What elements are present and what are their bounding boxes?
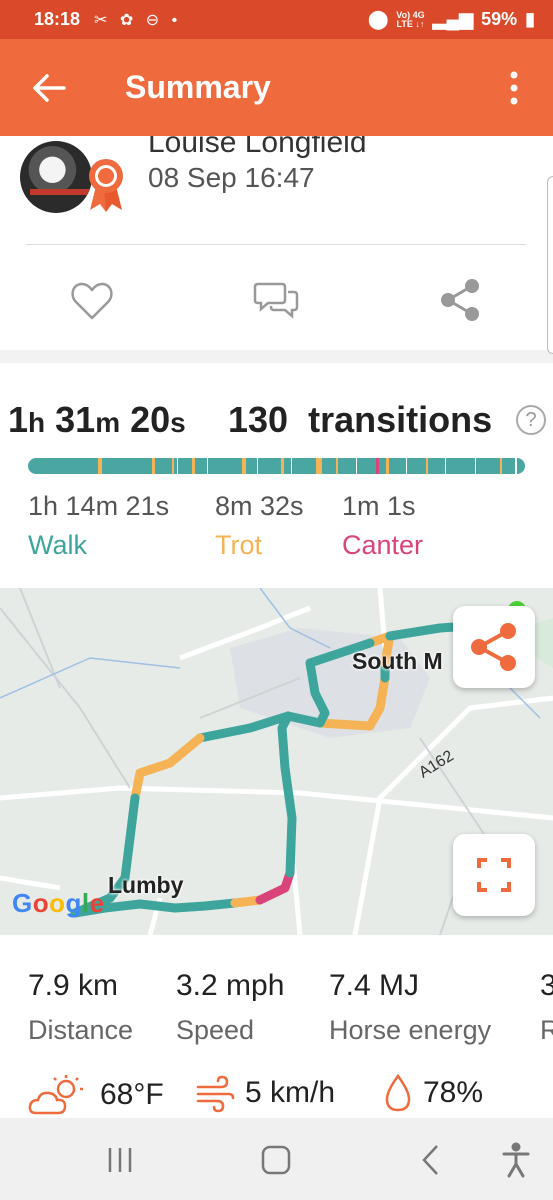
location-icon: ⬤ xyxy=(368,9,389,29)
accessibility-icon[interactable] xyxy=(496,1140,536,1180)
status-right: ⬤ Vo) 4G LTE ↓↑ ▂▄▆ 59% ▮ xyxy=(368,9,535,30)
google-attribution: Google xyxy=(12,888,105,918)
home-icon[interactable] xyxy=(256,1140,296,1180)
weather-temperature: 68°F xyxy=(28,1073,164,1117)
gait-bar-segment xyxy=(256,458,258,474)
more-vert-icon[interactable] xyxy=(503,69,525,109)
rosette-icon xyxy=(89,159,123,212)
gait-bar-segment xyxy=(152,458,156,474)
status-time: 18:18 xyxy=(34,9,81,29)
ride-duration: 1h 31m 20s xyxy=(8,399,186,440)
gait-bar-segment xyxy=(385,458,389,474)
fullscreen-icon xyxy=(477,858,511,892)
route-segment xyxy=(375,673,390,713)
weather-cloud-sun-icon xyxy=(28,1075,83,1115)
ride-date: 08 Sep 16:47 xyxy=(148,162,315,193)
back-nav-icon[interactable] xyxy=(412,1140,452,1180)
gait-bar-segment xyxy=(356,458,358,474)
ride-header-card: Louise Longfield 08 Sep 16:47 xyxy=(0,136,553,350)
map-label-town: South M xyxy=(352,648,443,674)
help-icon[interactable]: ? xyxy=(516,405,546,435)
metric-speed: 3.2 mph Speed xyxy=(176,969,285,1045)
gait-bar-segment xyxy=(192,458,195,474)
gait-bar-segment xyxy=(206,458,208,474)
side-drawer-handle[interactable] xyxy=(547,176,553,354)
share-icon[interactable] xyxy=(436,276,484,324)
gait-bar-segment xyxy=(97,458,102,474)
battery-icon: ▮ xyxy=(525,9,535,29)
wind-icon xyxy=(196,1075,235,1113)
gait-walk: 1h 14m 21s Walk xyxy=(28,491,170,560)
status-bar: 18:18 ✂ ✿ ⊖ • ⬤ Vo) 4G LTE ↓↑ ▂▄▆ 59% ▮ xyxy=(0,0,553,39)
gait-bar-segment xyxy=(500,458,503,474)
gait-canter: 1m 1s Canter xyxy=(342,491,424,560)
gait-bar-segment xyxy=(405,458,407,474)
divider xyxy=(26,244,526,245)
map-share-icon xyxy=(471,623,516,671)
app-bar: Summary xyxy=(0,39,553,136)
network-indicator: Vo) 4G LTE ↓↑ xyxy=(396,9,425,29)
gait-bar-segment xyxy=(445,458,447,474)
route-map[interactable]: South M Lumby A162 Google xyxy=(0,588,553,935)
weather-wind: 5 km/h xyxy=(195,1073,335,1113)
gait-timeline-bar xyxy=(28,458,525,474)
weather-humidity: 78% xyxy=(383,1073,483,1113)
fullscreen-button[interactable] xyxy=(453,834,535,916)
avatar[interactable] xyxy=(20,141,92,213)
gait-bar-segment xyxy=(425,458,428,474)
notification-icons: ✂ ✿ ⊖ • xyxy=(94,11,182,29)
gait-bar-segment xyxy=(177,458,179,474)
metric-horse-energy: 7.4 MJ Horse energy xyxy=(329,969,492,1045)
comment-icon[interactable] xyxy=(252,276,300,324)
transitions-count: 130 transitions xyxy=(228,399,493,440)
user-name[interactable]: Louise Longfield xyxy=(148,136,367,160)
gait-trot: 8m 32s Trot xyxy=(215,491,304,560)
signal-icon: ▂▄▆ xyxy=(432,9,474,29)
metric-distance: 7.9 km Distance xyxy=(28,969,134,1045)
gait-bar-segment xyxy=(281,458,285,474)
system-nav-bar xyxy=(0,1118,553,1200)
metrics-card: 7.9 km Distance 3.2 mph Speed 7.4 MJ Hor… xyxy=(0,935,553,1118)
gait-bar-segment xyxy=(515,458,518,474)
page-title: Summary xyxy=(125,69,271,105)
back-arrow-icon[interactable] xyxy=(30,69,68,107)
gait-bar-segment xyxy=(172,458,175,474)
metric-partial: 3 R xyxy=(540,969,553,1045)
heart-icon[interactable] xyxy=(68,276,116,324)
map-label-lumby: Lumby xyxy=(108,872,184,898)
gait-bar-segment xyxy=(336,458,339,474)
map-share-button[interactable] xyxy=(453,606,535,688)
recent-apps-icon[interactable] xyxy=(100,1140,140,1180)
gait-bar-segment xyxy=(375,458,379,474)
gait-bar-segment xyxy=(316,458,323,474)
gait-bar-segment xyxy=(241,458,246,474)
humidity-drop-icon xyxy=(385,1073,411,1112)
battery-level: 59% xyxy=(481,9,518,29)
gait-stats-card: 1h 31m 20s 130 transitions ? 1h 14m 21s … xyxy=(0,363,553,588)
gait-bar-segment xyxy=(475,458,477,474)
gait-bar-segment xyxy=(291,458,293,474)
